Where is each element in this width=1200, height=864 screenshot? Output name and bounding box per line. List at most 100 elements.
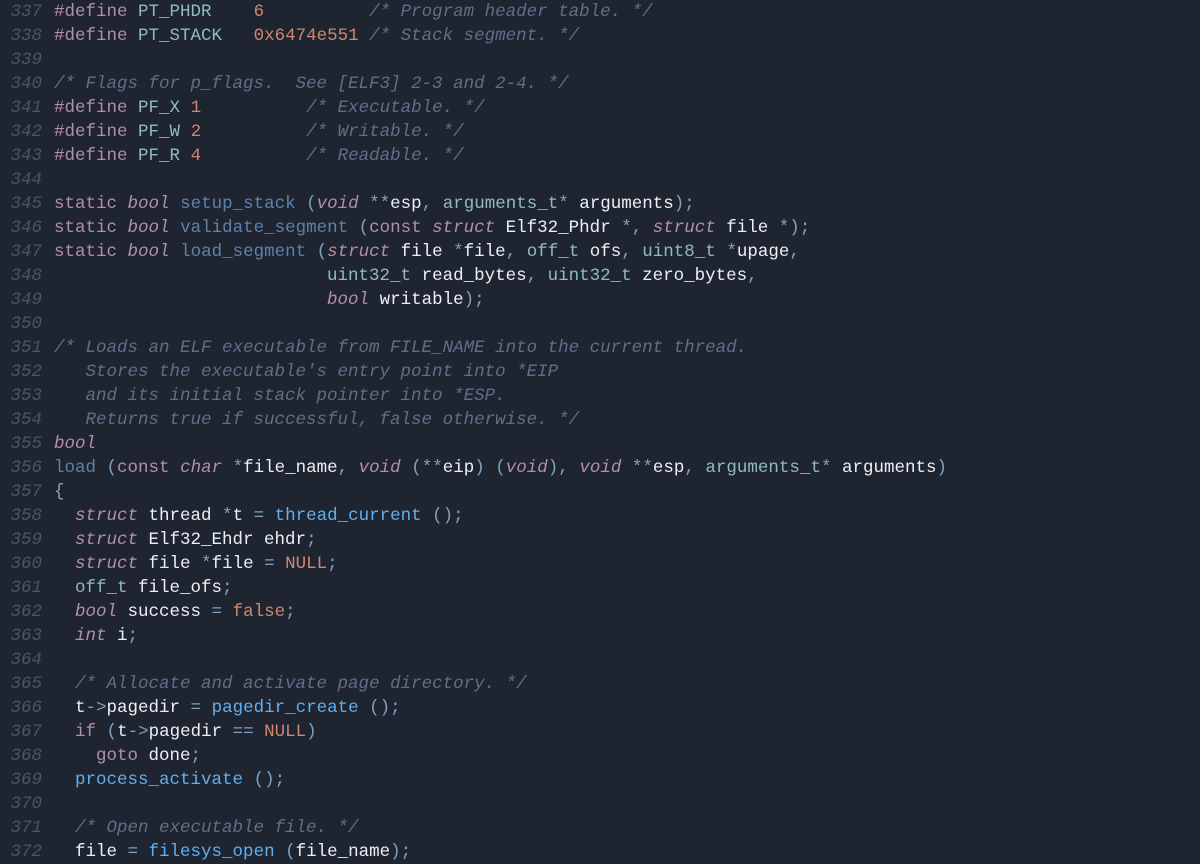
token-id xyxy=(642,218,653,238)
code-line[interactable]: load (const char *file_name, void (**eip… xyxy=(54,456,1200,480)
token-id xyxy=(54,266,327,286)
code-line[interactable]: off_t file_ofs; xyxy=(54,576,1200,600)
token-op: ); xyxy=(390,842,411,862)
code-line[interactable]: /* Open executable file. */ xyxy=(54,816,1200,840)
token-id: file_name xyxy=(296,842,391,862)
code-line[interactable]: and its initial stack pointer into *ESP. xyxy=(54,384,1200,408)
code-line[interactable]: #define PT_STACK 0x6474e551 /* Stack seg… xyxy=(54,24,1200,48)
token-fn: load_segment xyxy=(180,242,306,262)
code-line[interactable]: /* Loads an ELF executable from FILE_NAM… xyxy=(54,336,1200,360)
line-number: 370 xyxy=(0,792,42,816)
token-id xyxy=(621,458,632,478)
code-line[interactable] xyxy=(54,792,1200,816)
token-id xyxy=(170,218,181,238)
token-def: PF_W xyxy=(138,122,180,142)
code-line[interactable]: goto done; xyxy=(54,744,1200,768)
code-line[interactable]: #define PF_X 1 /* Executable. */ xyxy=(54,96,1200,120)
token-cmt: /* Allocate and activate page directory.… xyxy=(75,674,527,694)
token-id: arguments xyxy=(831,458,936,478)
line-number: 371 xyxy=(0,816,42,840)
code-line[interactable]: struct Elf32_Ehdr ehdr; xyxy=(54,528,1200,552)
code-line[interactable]: #define PF_W 2 /* Writable. */ xyxy=(54,120,1200,144)
code-line[interactable]: bool xyxy=(54,432,1200,456)
code-line[interactable]: int i; xyxy=(54,624,1200,648)
code-line[interactable]: { xyxy=(54,480,1200,504)
token-cmt: /* Writable. */ xyxy=(306,122,464,142)
line-number: 359 xyxy=(0,528,42,552)
code-line[interactable]: static bool setup_stack (void **esp, arg… xyxy=(54,192,1200,216)
code-line[interactable]: #define PF_R 4 /* Readable. */ xyxy=(54,144,1200,168)
token-id: thread xyxy=(138,506,222,526)
code-line[interactable]: uint32_t read_bytes, uint32_t zero_bytes… xyxy=(54,264,1200,288)
token-kw: #define xyxy=(54,2,128,22)
code-line[interactable] xyxy=(54,312,1200,336)
token-id: eip xyxy=(443,458,475,478)
token-id xyxy=(54,770,75,790)
token-kw: #define xyxy=(54,26,128,46)
code-line[interactable]: struct file *file = NULL; xyxy=(54,552,1200,576)
code-line[interactable]: static bool validate_segment (const stru… xyxy=(54,216,1200,240)
token-type: bool xyxy=(327,290,369,310)
line-number: 346 xyxy=(0,216,42,240)
token-id: file xyxy=(212,554,265,574)
line-number: 342 xyxy=(0,120,42,144)
code-line[interactable] xyxy=(54,648,1200,672)
token-op: (** xyxy=(411,458,443,478)
token-type: struct xyxy=(75,506,138,526)
token-id: arguments xyxy=(569,194,674,214)
token-op: * xyxy=(201,554,212,574)
code-line[interactable]: bool writable); xyxy=(54,288,1200,312)
code-line[interactable]: bool success = false; xyxy=(54,600,1200,624)
token-id: file xyxy=(138,554,201,574)
token-type: struct xyxy=(432,218,495,238)
token-op: ** xyxy=(369,194,390,214)
token-type: int xyxy=(75,626,107,646)
code-line[interactable]: #define PT_PHDR 6 /* Program header tabl… xyxy=(54,0,1200,24)
token-cmt: /* Flags for p_flags. See [ELF3] 2-3 and… xyxy=(54,74,569,94)
token-id xyxy=(54,626,75,646)
token-id: read_bytes xyxy=(411,266,527,286)
code-line[interactable]: struct thread *t = thread_current (); xyxy=(54,504,1200,528)
token-id xyxy=(306,242,317,262)
token-op: * xyxy=(453,242,464,262)
line-number: 366 xyxy=(0,696,42,720)
code-editor[interactable]: 3373383393403413423433443453463473483493… xyxy=(0,0,1200,864)
token-id: esp xyxy=(653,458,685,478)
token-fn2: thread_current xyxy=(275,506,422,526)
token-num: NULL xyxy=(264,722,306,742)
code-line[interactable]: /* Flags for p_flags. See [ELF3] 2-3 and… xyxy=(54,72,1200,96)
line-number: 352 xyxy=(0,360,42,384)
token-id: file_name xyxy=(243,458,338,478)
token-op: , xyxy=(789,242,800,262)
code-line[interactable]: Returns true if successful, false otherw… xyxy=(54,408,1200,432)
token-cmt: /* Program header table. */ xyxy=(369,2,653,22)
token-op: ; xyxy=(306,530,317,550)
code-line[interactable]: static bool load_segment (struct file *f… xyxy=(54,240,1200,264)
code-line[interactable]: process_activate (); xyxy=(54,768,1200,792)
line-number: 354 xyxy=(0,408,42,432)
token-id xyxy=(117,218,128,238)
token-cmt: Stores the executable's entry point into… xyxy=(54,362,558,382)
line-number: 361 xyxy=(0,576,42,600)
code-line[interactable]: Stores the executable's entry point into… xyxy=(54,360,1200,384)
code-line[interactable]: file = filesys_open (file_name); xyxy=(54,840,1200,864)
token-id xyxy=(569,458,580,478)
code-line[interactable] xyxy=(54,48,1200,72)
token-id: i xyxy=(107,626,128,646)
token-id xyxy=(275,554,286,574)
code-area[interactable]: #define PT_PHDR 6 /* Program header tabl… xyxy=(54,0,1200,864)
token-type: void xyxy=(579,458,621,478)
code-line[interactable]: t->pagedir = pagedir_create (); xyxy=(54,696,1200,720)
token-id xyxy=(359,698,370,718)
code-line[interactable]: if (t->pagedir == NULL) xyxy=(54,720,1200,744)
token-id xyxy=(716,242,727,262)
token-op: *); xyxy=(779,218,811,238)
code-line[interactable]: /* Allocate and activate page directory.… xyxy=(54,672,1200,696)
token-num: 6 xyxy=(254,2,265,22)
code-line[interactable] xyxy=(54,168,1200,192)
token-kw: goto xyxy=(96,746,138,766)
token-op: = xyxy=(212,602,223,622)
token-id xyxy=(348,218,359,238)
line-number: 345 xyxy=(0,192,42,216)
line-number: 351 xyxy=(0,336,42,360)
